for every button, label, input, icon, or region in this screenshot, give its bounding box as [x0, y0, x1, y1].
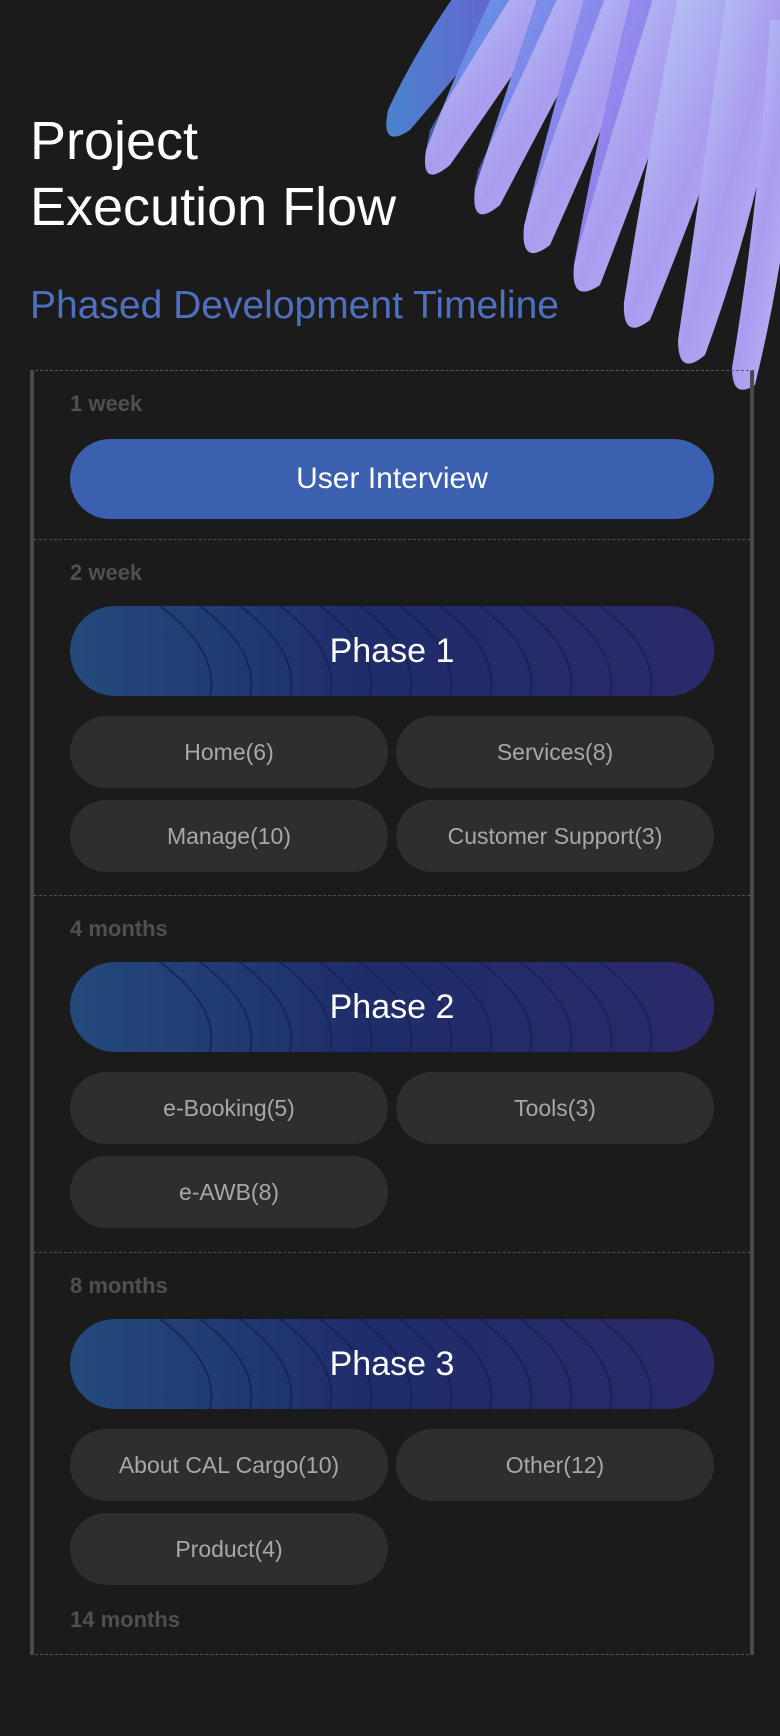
phase-1-items: Home(6) Services(8) Manage(10) Customer …: [70, 716, 714, 872]
phase-1-banner[interactable]: Phase 1: [70, 606, 714, 696]
timeline-section-phase-1: 2 week Phase 1 Home(6) Services(8) Manag…: [34, 540, 750, 896]
chip-services[interactable]: Services(8): [396, 716, 714, 788]
page-title: Project Execution Flow: [30, 108, 396, 240]
title-line-1: Project: [30, 111, 199, 171]
timeline-section-user-interview: 1 week User Interview: [34, 371, 750, 540]
phase-title: Phase 3: [329, 1344, 455, 1383]
timeline: 1 week User Interview 2 week Phase 1 Hom…: [30, 370, 754, 1655]
phase-2-items: e-Booking(5) Tools(3) e-AWB(8): [70, 1072, 714, 1228]
duration-label: 2 week: [70, 560, 143, 585]
phase-2-banner[interactable]: Phase 2: [70, 962, 714, 1052]
phase-title: Phase 2: [329, 987, 455, 1026]
hero-ribbon-art: [360, 0, 780, 400]
phase-3-items: About CAL Cargo(10) Other(12) Product(4): [70, 1429, 714, 1585]
duration-label: 8 months: [70, 1273, 168, 1298]
page-subtitle: Phased Development Timeline: [30, 284, 559, 327]
timeline-section-phase-2: 4 months Phase 2 e-Booking(5) Tools(3) e…: [34, 896, 750, 1253]
phase-title: Phase 1: [329, 631, 455, 670]
end-duration-label: 14 months: [70, 1607, 181, 1632]
duration-label: 4 months: [70, 916, 168, 941]
phase-3-banner[interactable]: Phase 3: [70, 1319, 714, 1409]
chip-product[interactable]: Product(4): [70, 1513, 388, 1585]
duration-label: 1 week: [70, 391, 143, 416]
chip-home[interactable]: Home(6): [70, 716, 388, 788]
chip-other[interactable]: Other(12): [396, 1429, 714, 1501]
timeline-section-phase-3: 8 months Phase 3 About CAL Cargo(10) Oth…: [34, 1253, 750, 1632]
title-line-2: Execution Flow: [30, 177, 397, 237]
chip-e-booking[interactable]: e-Booking(5): [70, 1072, 388, 1144]
chip-customer-support[interactable]: Customer Support(3): [396, 800, 714, 872]
chip-tools[interactable]: Tools(3): [396, 1072, 714, 1144]
chip-about-cal-cargo[interactable]: About CAL Cargo(10): [70, 1429, 388, 1501]
user-interview-button[interactable]: User Interview: [70, 439, 714, 519]
chip-e-awb[interactable]: e-AWB(8): [70, 1156, 388, 1228]
chip-manage[interactable]: Manage(10): [70, 800, 388, 872]
